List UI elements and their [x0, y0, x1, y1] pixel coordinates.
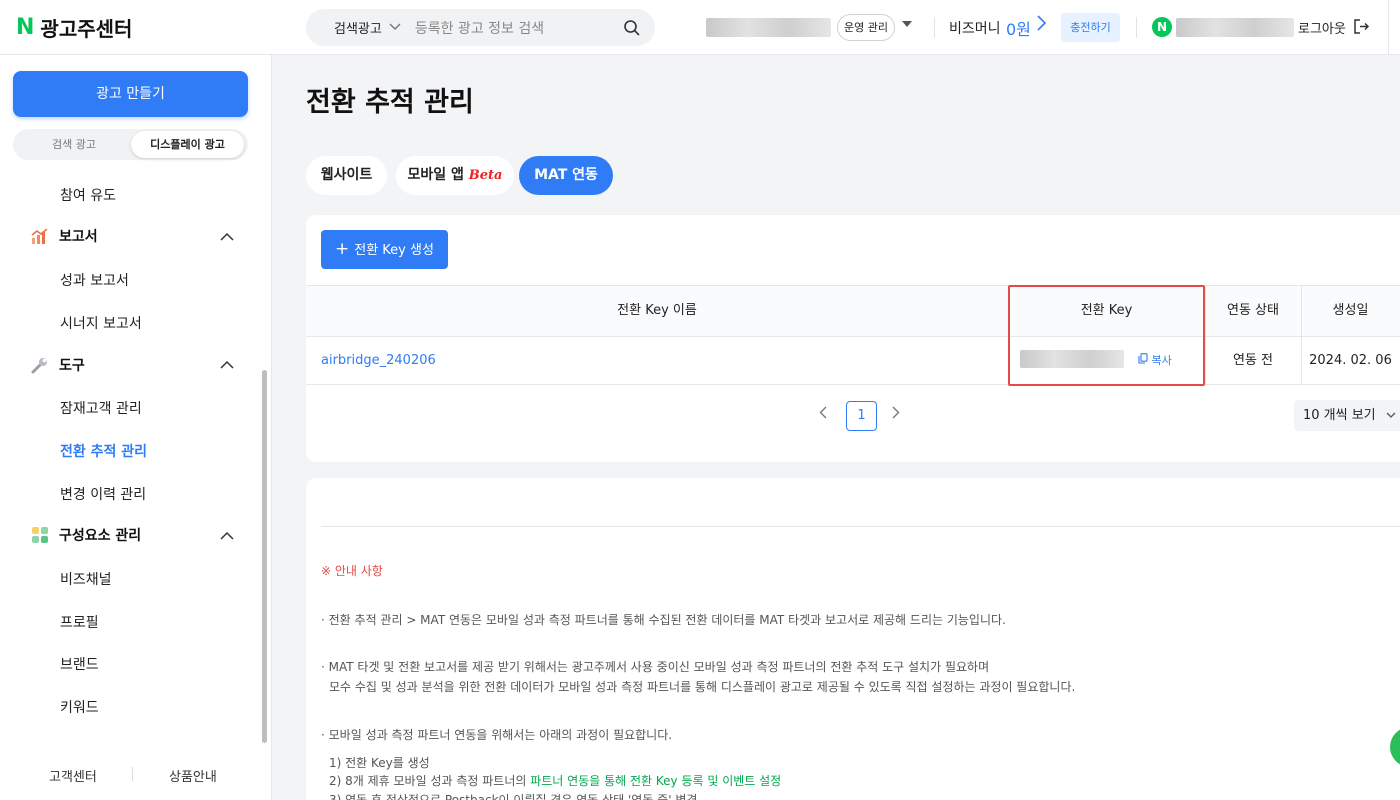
header-divider — [1136, 17, 1137, 38]
notice-step: 2) 8개 제휴 모바일 성과 측정 파트너의 파트너 연동을 통해 전환 Ke… — [329, 772, 781, 789]
beta-badge: Beta — [468, 168, 503, 183]
sidebar-item-keyword[interactable]: 키워드 — [60, 697, 99, 717]
sidebar-item-perf-report[interactable]: 성과 보고서 — [60, 270, 129, 290]
chevron-down-icon[interactable] — [389, 20, 401, 35]
report-chart-icon — [31, 228, 48, 244]
sidebar: 광고 만들기 검색 광고 디스플레이 광고 참여 유도 보고서 성과 보고서 시… — [0, 55, 272, 800]
charge-button[interactable]: 충전하기 — [1061, 13, 1120, 42]
partner-integration-link[interactable]: 파트너 연동을 통해 전환 Key 등록 및 이벤트 설정 — [530, 774, 781, 788]
create-conversion-key-button[interactable]: + 전환 Key 생성 — [321, 230, 448, 269]
sidebar-item-bizchannel[interactable]: 비즈채널 — [60, 569, 112, 589]
sidebar-group-components[interactable]: 구성요소 관리 — [30, 525, 141, 545]
bizmoney-label: 비즈머니 — [949, 21, 1001, 37]
rows-per-page-value: 10 개씩 보기 — [1303, 408, 1376, 423]
sidebar-item-brand[interactable]: 브랜드 — [60, 654, 99, 674]
integration-status: 연동 전 — [1232, 353, 1273, 368]
user-name-redacted — [1176, 18, 1294, 37]
top-header: N 광고주센터 검색광고 등록한 광고 정보 검색 운영 관리 비즈머니 0원 … — [0, 0, 1400, 55]
search-type-select[interactable]: 검색광고 — [334, 18, 382, 37]
sidebar-group-tools[interactable]: 도구 — [30, 355, 85, 375]
customer-center-link[interactable]: 고객센터 — [49, 766, 97, 785]
chevron-right-icon[interactable] — [1037, 15, 1047, 36]
col-header-key-name[interactable]: 전환 Key 이름 — [306, 286, 1008, 336]
wrench-icon — [31, 358, 47, 374]
notice-line: 모수 수집 및 성과 분석을 위한 전환 데이터가 모바일 성과 측정 파트너를… — [329, 680, 1076, 694]
manage-button[interactable]: 운영 관리 — [837, 14, 895, 41]
sidebar-item-change-history[interactable]: 변경 이력 관리 — [60, 484, 146, 504]
sidebar-group-label: 도구 — [59, 358, 85, 374]
button-label: 전환 Key 생성 — [354, 243, 434, 258]
notice-step: 3) 연동 후 정상적으로 Postback이 이뤄질 경우 연동 상태 '연동… — [329, 793, 698, 800]
conversion-key-highlight-box — [1008, 285, 1205, 386]
bizmoney-value[interactable]: 0원 — [1006, 16, 1031, 40]
search-icon[interactable] — [623, 19, 641, 37]
tab-label: 모바일 앱 — [407, 167, 464, 183]
sidebar-scrollbar[interactable] — [262, 370, 267, 743]
tab-website[interactable]: 웹사이트 — [306, 156, 387, 195]
chevron-right-icon[interactable] — [892, 405, 900, 423]
conversion-key-card: + 전환 Key 생성 전환 Key 이름 전환 Key 연동 상태 생성일 ai… — [306, 215, 1400, 462]
sidebar-item-profile[interactable]: 프로필 — [60, 612, 99, 632]
create-ad-button[interactable]: 광고 만들기 — [13, 71, 248, 117]
header-divider — [934, 17, 935, 38]
logout-button[interactable]: 로그아웃 — [1298, 18, 1346, 37]
created-date: 2024. 02. 06 — [1309, 353, 1392, 368]
account-dropdown-icon[interactable] — [902, 18, 912, 31]
naver-account-icon: N — [1152, 17, 1172, 37]
tab-mobile-app[interactable]: 모바일 앱 Beta — [396, 156, 514, 195]
notice-card: ※ 안내 사항 · 전환 추적 관리 > MAT 연동은 모바일 성과 측정 파… — [306, 478, 1400, 800]
logo-text: 광고주센터 — [40, 17, 133, 41]
chevron-up-icon[interactable] — [220, 531, 234, 541]
sidebar-item-participate[interactable]: 참여 유도 — [60, 185, 116, 205]
table-row: airbridge_240206 복사 연동 전 2024. 02. 06 — [306, 337, 1400, 385]
chevron-up-icon[interactable] — [220, 232, 234, 242]
sidebar-item-audience[interactable]: 잠재고객 관리 — [60, 398, 142, 418]
sidebar-item-conversion-tracking[interactable]: 전환 추적 관리 — [60, 441, 147, 461]
product-guide-link[interactable]: 상품안내 — [169, 766, 217, 785]
notice-line: · 모바일 성과 측정 파트너 연동을 위해서는 아래의 과정이 필요합니다. — [321, 728, 673, 742]
step-text: 2) 8개 제휴 모바일 성과 측정 파트너의 — [329, 774, 531, 788]
col-header-created[interactable]: 생성일 — [1301, 286, 1400, 336]
naver-logo-mark: N — [16, 15, 35, 40]
sidebar-item-synergy-report[interactable]: 시너지 보고서 — [60, 313, 142, 333]
logout-icon[interactable] — [1353, 18, 1370, 35]
notice-line: · 전환 추적 관리 > MAT 연동은 모바일 성과 측정 파트너를 통해 수… — [321, 613, 1006, 627]
sidebar-group-report[interactable]: 보고서 — [30, 226, 98, 246]
sidebar-group-label: 구성요소 관리 — [59, 528, 142, 544]
col-header-status[interactable]: 연동 상태 — [1205, 286, 1301, 336]
ad-type-toggle: 검색 광고 디스플레이 광고 — [13, 129, 248, 160]
tab-mat-integration[interactable]: MAT 연동 — [519, 156, 613, 195]
pagination-page[interactable]: 1 — [846, 401, 877, 431]
notice-title: ※ 안내 사항 — [321, 564, 383, 578]
table-header: 전환 Key 이름 전환 Key 연동 상태 생성일 — [306, 285, 1400, 337]
chevron-up-icon[interactable] — [220, 360, 234, 370]
logo[interactable]: N 광고주센터 — [16, 13, 132, 42]
seg-display-ads[interactable]: 디스플레이 광고 — [131, 131, 244, 158]
global-search[interactable]: 검색광고 등록한 광고 정보 검색 — [306, 9, 655, 46]
rows-per-page-select[interactable]: 10 개씩 보기 — [1294, 400, 1400, 431]
divider — [321, 526, 1400, 527]
notice-line: · MAT 타겟 및 전환 보고서를 제공 받기 위해서는 광고주께서 사용 중… — [321, 660, 990, 674]
chevron-left-icon[interactable] — [819, 405, 827, 423]
seg-search-ads[interactable]: 검색 광고 — [17, 131, 131, 158]
account-name-redacted — [706, 18, 831, 37]
chevron-down-icon — [1386, 412, 1396, 418]
notice-step: 1) 전환 Key를 생성 — [329, 756, 430, 770]
footer-divider — [132, 767, 133, 781]
sidebar-group-label: 보고서 — [59, 229, 98, 245]
plus-icon: + — [335, 239, 350, 259]
search-input[interactable]: 등록한 광고 정보 검색 — [415, 18, 623, 38]
conversion-key-name-link[interactable]: airbridge_240206 — [321, 337, 436, 384]
page-title: 전환 추적 관리 — [306, 87, 474, 118]
components-icon — [32, 527, 48, 543]
header-divider — [1388, 0, 1389, 55]
